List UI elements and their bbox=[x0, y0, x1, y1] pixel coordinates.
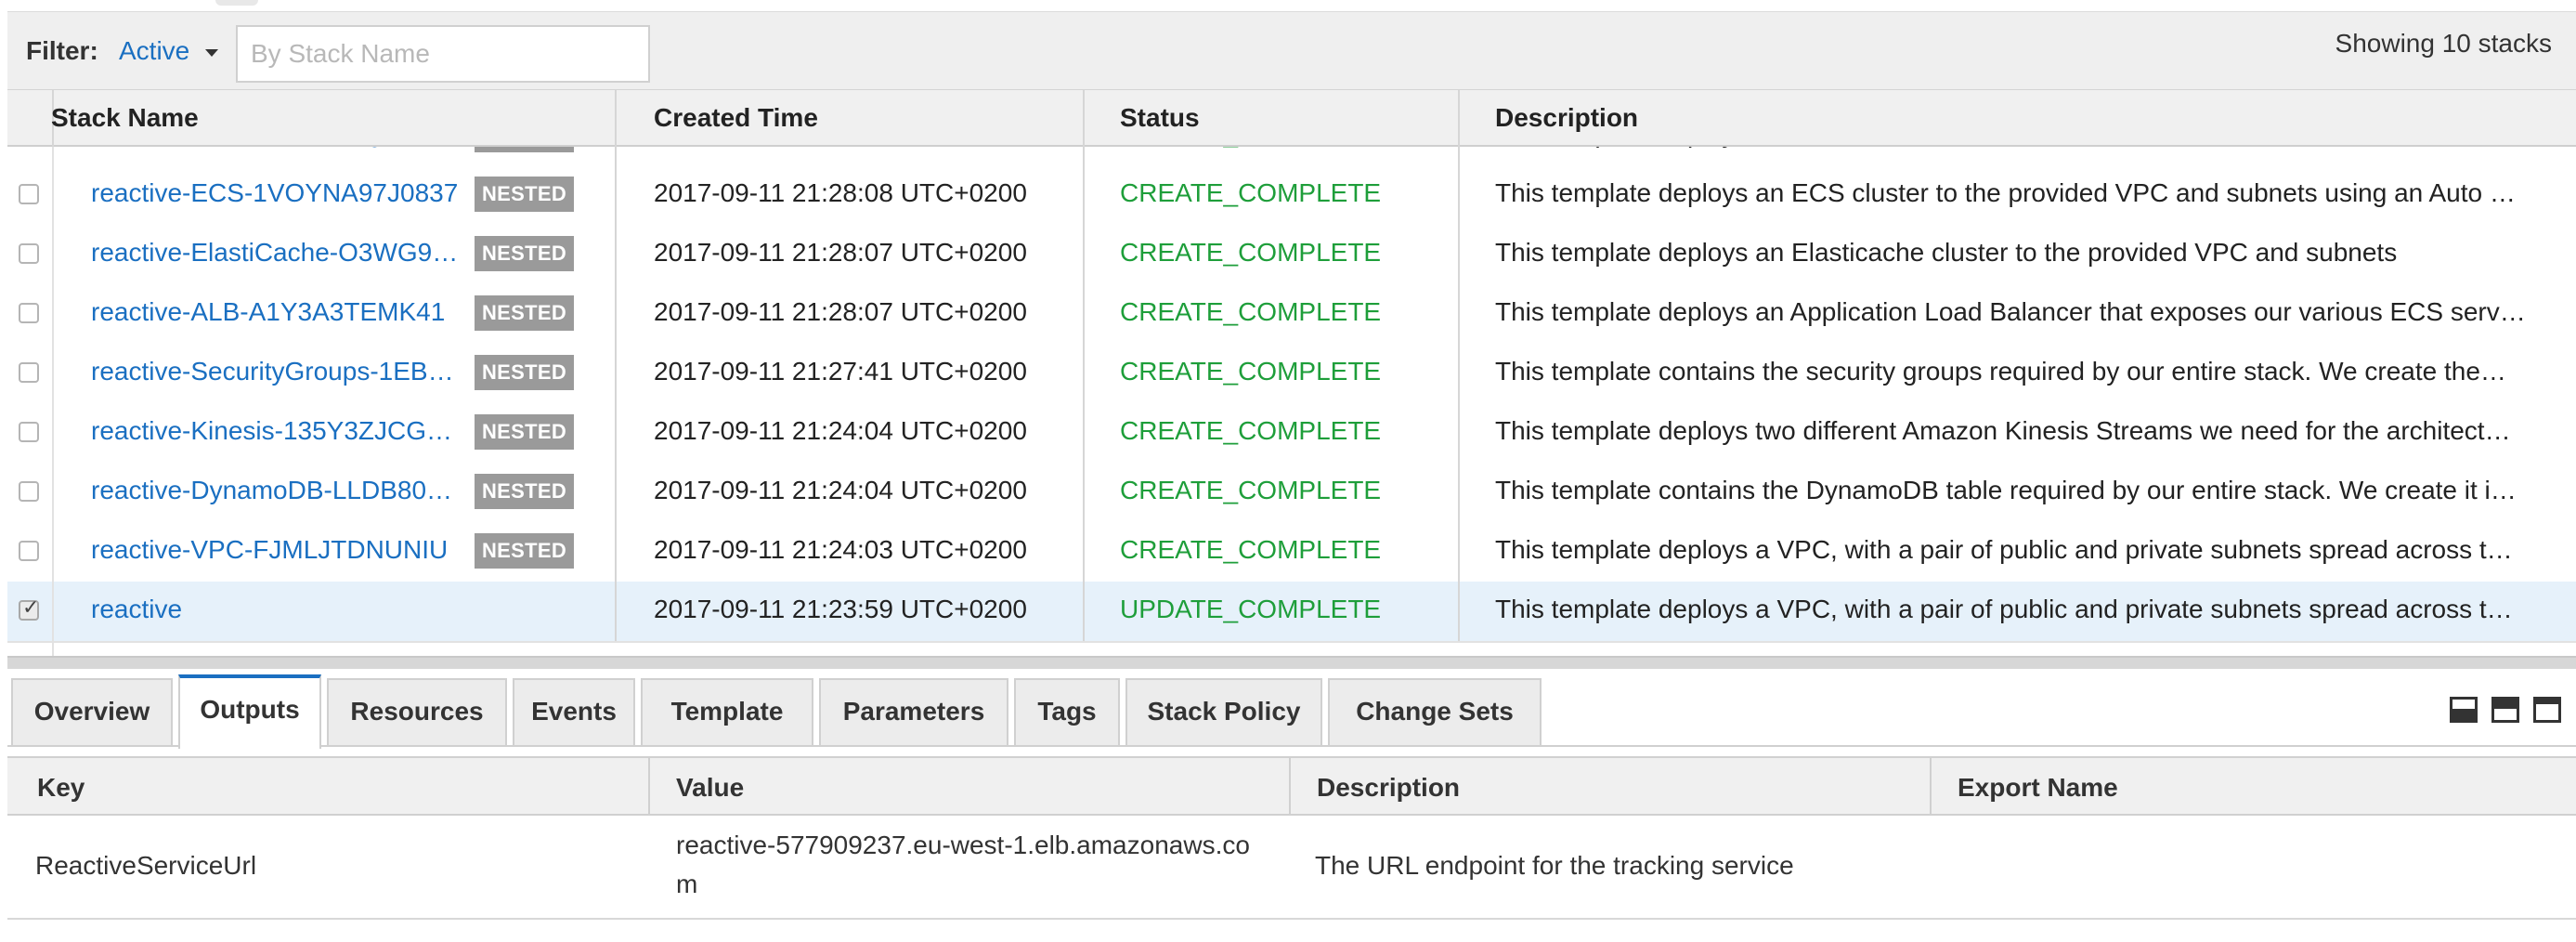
table-row[interactable]: reactive-ElastiCache-O3WG9… NESTED 2017-09… bbox=[7, 225, 2576, 286]
stack-name-link[interactable]: reactive-Lambda-1H9RQHOJ… bbox=[91, 147, 458, 149]
tab-resources[interactable]: Resources bbox=[327, 678, 507, 745]
checkbox-icon[interactable] bbox=[19, 541, 39, 561]
output-key: ReactiveServiceUrl bbox=[35, 851, 257, 880]
stack-description: This template deploys two different Amaz… bbox=[1495, 416, 2511, 445]
nested-badge: NESTED bbox=[475, 177, 574, 212]
stack-description: This template contains the DynamoDB tabl… bbox=[1495, 476, 2517, 504]
output-value-line-2: m bbox=[676, 870, 698, 898]
showing-count: Showing 10 stacks bbox=[2335, 29, 2552, 58]
filter-label: Filter: bbox=[26, 36, 98, 65]
table-row[interactable]: reactive-ALB-A1Y3A3TEMK41 NESTED 2017-09-1… bbox=[7, 284, 2576, 346]
stack-name-link[interactable]: reactive-VPC-FJMLJTDNUNIU bbox=[91, 535, 448, 565]
column-header-output-description[interactable]: Description bbox=[1317, 773, 1460, 803]
tab-outputs[interactable]: Outputs bbox=[178, 674, 321, 749]
nested-badge: NESTED bbox=[475, 147, 574, 152]
checkbox-icon[interactable] bbox=[19, 422, 39, 442]
detail-tabs: Overview Outputs Resources Events Template Pa… bbox=[7, 669, 2576, 749]
created-time: 2017-09-11 21:27:41 UTC+0200 bbox=[654, 357, 1027, 386]
created-time: 2017-09-11 21:24:04 UTC+0200 bbox=[654, 476, 1027, 504]
tab-change-sets[interactable]: Change Sets bbox=[1328, 678, 1542, 745]
created-time: 2017-09-11 21:24:04 UTC+0200 bbox=[654, 416, 1027, 445]
layout-top-icon[interactable] bbox=[2533, 697, 2561, 723]
stack-name-link[interactable]: reactive-SecurityGroups-1EB… bbox=[91, 357, 454, 386]
stack-name-link[interactable]: reactive-DynamoDB-LLDB80… bbox=[91, 476, 452, 505]
layout-bottom-icon[interactable] bbox=[2450, 697, 2478, 723]
tab-overview[interactable]: Overview bbox=[11, 678, 173, 745]
nested-badge: NESTED bbox=[475, 295, 574, 331]
stack-name-search-input[interactable] bbox=[236, 25, 650, 83]
stack-description: This template deploys an Application Loa… bbox=[1495, 297, 2526, 326]
table-row[interactable]: reactive-DynamoDB-LLDB80… NESTED 2017-09-1… bbox=[7, 463, 2576, 524]
status-text: CREATE_COMPLETE bbox=[1120, 297, 1382, 326]
outputs-table-header: Key Value Description Export Name bbox=[7, 756, 2576, 816]
tab-tags[interactable]: Tags bbox=[1014, 678, 1120, 745]
table-row[interactable]: reactive-VPC-FJMLJTDNUNIU NESTED 2017-09-1… bbox=[7, 522, 2576, 583]
created-time: 2017-09-11 21:23:59 UTC+0200 bbox=[654, 595, 1027, 623]
checkbox-icon[interactable] bbox=[19, 481, 39, 502]
stack-description: This template deploys two different Amaz… bbox=[1495, 147, 2550, 149]
created-time: 2017-09-11 21:28:07 UTC+0200 bbox=[654, 238, 1027, 267]
table-row[interactable]: reactive-SecurityGroups-1EB… NESTED 2017-0… bbox=[7, 344, 2576, 405]
chevron-down-icon[interactable] bbox=[205, 49, 218, 57]
checkbox-icon[interactable] bbox=[19, 184, 39, 204]
stack-name-link[interactable]: reactive-ECS-1VOYNA97J0837 bbox=[91, 178, 458, 208]
tab-parameters[interactable]: Parameters bbox=[819, 678, 1008, 745]
stack-name-link[interactable]: reactive-Kinesis-135Y3ZJCG… bbox=[91, 416, 452, 446]
status-text: CREATE_COMPLETE bbox=[1120, 357, 1382, 386]
status-text: CREATE_COMPLETE bbox=[1120, 178, 1382, 207]
layout-split-icon[interactable] bbox=[2491, 697, 2519, 723]
tab-stack-policy[interactable]: Stack Policy bbox=[1125, 678, 1322, 745]
table-row[interactable]: reactive-Lambda-1H9RQHOJ… NESTED 2017-09-1… bbox=[7, 147, 2576, 167]
created-time: 2017-09-11 21:28:08 UTC+0200 bbox=[654, 178, 1027, 207]
stack-name-link[interactable]: reactive bbox=[91, 595, 182, 624]
checkbox-icon[interactable] bbox=[19, 362, 39, 383]
column-header-stack-name[interactable]: Stack Name bbox=[51, 103, 199, 133]
filter-bar: Filter: Active Showing 10 stacks bbox=[7, 11, 2576, 89]
column-header-export-name[interactable]: Export Name bbox=[1958, 773, 2118, 803]
column-header-description[interactable]: Description bbox=[1495, 103, 1638, 133]
status-text: CREATE_COMPLETE bbox=[1120, 147, 1381, 149]
table-row[interactable]: reactive-Kinesis-135Y3ZJCG… NESTED 2017-09… bbox=[7, 403, 2576, 464]
tab-events[interactable]: Events bbox=[513, 678, 635, 745]
stack-description: This template deploys a VPC, with a pair… bbox=[1495, 595, 2513, 623]
checkbox-icon[interactable] bbox=[19, 303, 39, 323]
status-text: CREATE_COMPLETE bbox=[1120, 238, 1382, 267]
pane-splitter[interactable] bbox=[7, 656, 2576, 669]
output-description: The URL endpoint for the tracking servic… bbox=[1315, 851, 1794, 880]
column-header-created-time[interactable]: Created Time bbox=[654, 103, 818, 133]
nested-badge: NESTED bbox=[475, 355, 574, 390]
nested-badge: NESTED bbox=[475, 533, 574, 569]
stack-description: This template deploys an ECS cluster to … bbox=[1495, 178, 2516, 207]
column-header-value[interactable]: Value bbox=[676, 773, 744, 803]
status-text: UPDATE_COMPLETE bbox=[1120, 595, 1382, 623]
checkbox-column-divider bbox=[52, 147, 54, 656]
checkbox-icon[interactable] bbox=[19, 596, 39, 621]
stack-description: This template deploys a VPC, with a pair… bbox=[1495, 535, 2513, 564]
table-row[interactable]: reactive-ECS-1VOYNA97J0837 NESTED 2017-09-… bbox=[7, 165, 2576, 227]
output-value-line-1: reactive-577909237.eu-west-1.elb.amazona… bbox=[676, 831, 1250, 859]
created-time: 2017-09-11 21:28:07 UTC+0200 bbox=[654, 297, 1027, 326]
stacks-table-header: Stack Name Created Time Status Descripti… bbox=[7, 89, 2576, 148]
status-text: CREATE_COMPLETE bbox=[1120, 535, 1382, 564]
tab-template[interactable]: Template bbox=[641, 678, 813, 745]
stack-name-link[interactable]: reactive-ALB-A1Y3A3TEMK41 bbox=[91, 297, 445, 327]
table-row[interactable]: reactive 2017-09-11 21:23:59 UTC+0200 UPDA… bbox=[7, 582, 2576, 643]
column-header-status[interactable]: Status bbox=[1120, 103, 1200, 133]
nested-badge: NESTED bbox=[475, 474, 574, 509]
nested-badge: NESTED bbox=[475, 414, 574, 450]
table-row: ReactiveServiceUrl reactive-577909237.eu… bbox=[7, 816, 2576, 920]
nested-badge: NESTED bbox=[475, 236, 574, 271]
status-text: CREATE_COMPLETE bbox=[1120, 416, 1382, 445]
checkbox-icon[interactable] bbox=[19, 243, 39, 264]
stack-name-link[interactable]: reactive-ElastiCache-O3WG9… bbox=[91, 238, 458, 268]
stack-description: This template deploys an Elasticache clu… bbox=[1495, 238, 2398, 267]
top-strip bbox=[0, 0, 2576, 11]
stack-description: This template contains the security grou… bbox=[1495, 357, 2506, 386]
created-time: 2017-09-11 21:42:37 UTC+0200 bbox=[654, 147, 1027, 149]
stacks-table-body: reactive-Lambda-1H9RQHOJ… NESTED 2017-09-1… bbox=[7, 147, 2576, 656]
filter-dropdown[interactable]: Active bbox=[119, 36, 189, 66]
created-time: 2017-09-11 21:24:03 UTC+0200 bbox=[654, 535, 1027, 564]
status-text: CREATE_COMPLETE bbox=[1120, 476, 1382, 504]
column-header-key[interactable]: Key bbox=[37, 773, 85, 803]
